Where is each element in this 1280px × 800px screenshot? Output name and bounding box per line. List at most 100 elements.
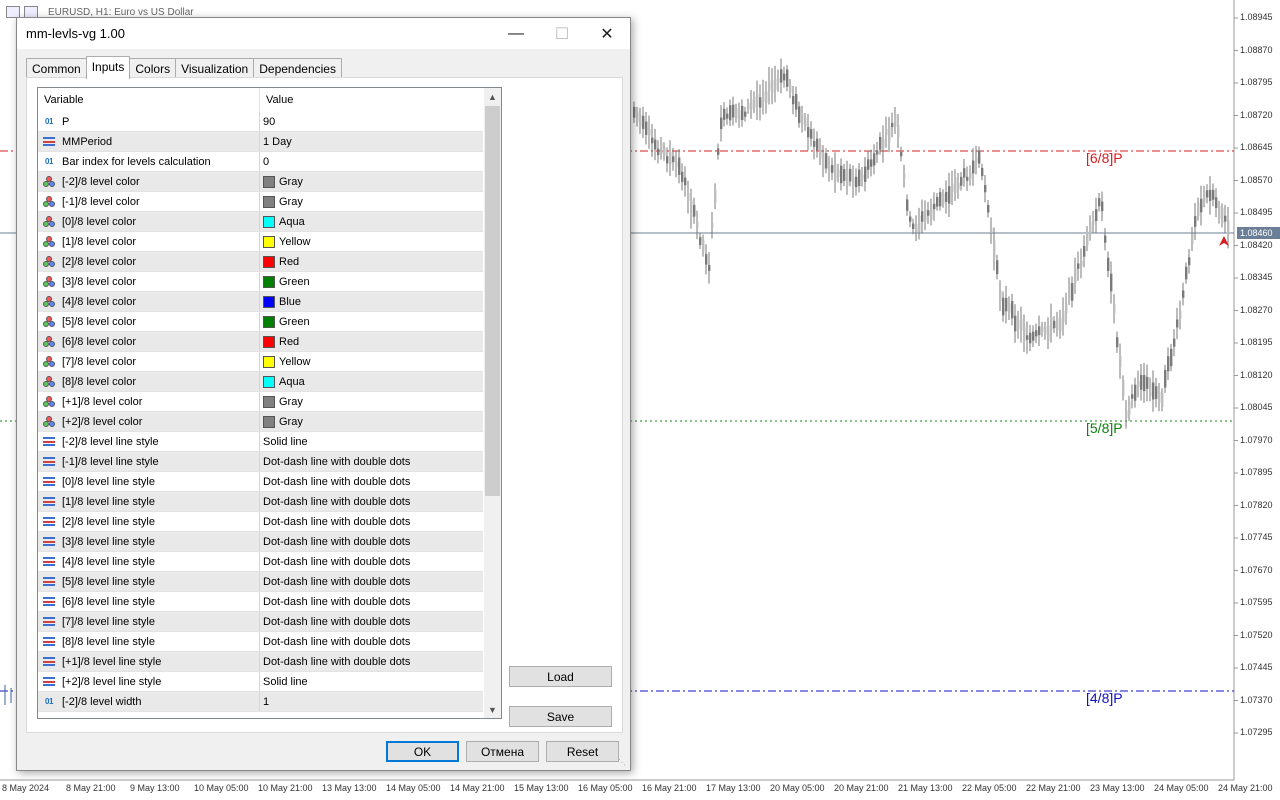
input-row[interactable]: [-2]/8 level line style Solid line	[38, 432, 483, 452]
input-row[interactable]: [1]/8 level color Yellow	[38, 232, 483, 252]
close-button[interactable]: ✕	[584, 18, 630, 49]
ok-button[interactable]: OK	[386, 741, 459, 762]
dialog-titlebar[interactable]: mm-levls-vg 1.00 — ☐ ✕	[17, 18, 630, 49]
value-cell[interactable]: Aqua	[260, 212, 483, 231]
candle-body	[1038, 326, 1041, 336]
value-cell[interactable]: Green	[260, 272, 483, 291]
input-row[interactable]: [+2]/8 level color Gray	[38, 412, 483, 432]
value-cell[interactable]: 90	[260, 112, 483, 131]
value-cell[interactable]: Dot-dash line with double dots	[260, 592, 483, 611]
color-swatch[interactable]	[263, 315, 275, 328]
input-row[interactable]: [4]/8 level color Blue	[38, 292, 483, 312]
value-cell[interactable]: 1	[260, 692, 483, 711]
column-header-variable[interactable]: Variable	[38, 88, 260, 112]
color-swatch[interactable]	[263, 335, 275, 348]
value-cell[interactable]: Dot-dash line with double dots	[260, 572, 483, 591]
input-row[interactable]: 01 P 90	[38, 112, 483, 132]
variable-cell: [0]/8 level color	[38, 212, 260, 231]
input-row[interactable]: [+1]/8 level line style Dot-dash line wit…	[38, 652, 483, 672]
color-swatch[interactable]	[263, 355, 275, 368]
value-cell[interactable]: Aqua	[260, 372, 483, 391]
value-cell[interactable]: Solid line	[260, 672, 483, 691]
color-swatch[interactable]	[263, 395, 275, 408]
value-cell[interactable]: Blue	[260, 292, 483, 311]
value-cell[interactable]: Red	[260, 252, 483, 271]
value-cell[interactable]: Dot-dash line with double dots	[260, 492, 483, 511]
input-row[interactable]: [5]/8 level line style Dot-dash line with…	[38, 572, 483, 592]
input-row[interactable]: [5]/8 level color Green	[38, 312, 483, 332]
input-row[interactable]: [7]/8 level line style Dot-dash line with…	[38, 612, 483, 632]
value-cell[interactable]: Solid line	[260, 432, 483, 451]
input-row[interactable]: [+1]/8 level color Gray	[38, 392, 483, 412]
scroll-down-icon[interactable]: ▼	[484, 701, 501, 718]
input-row[interactable]: [1]/8 level line style Dot-dash line with…	[38, 492, 483, 512]
color-swatch[interactable]	[263, 415, 275, 428]
reset-button[interactable]: Reset	[546, 741, 619, 762]
color-type-icon	[42, 235, 56, 248]
value-cell[interactable]: Dot-dash line with double dots	[260, 632, 483, 651]
input-row[interactable]: [-1]/8 level color Gray	[38, 192, 483, 212]
color-swatch[interactable]	[263, 235, 275, 248]
input-row[interactable]: [7]/8 level color Yellow	[38, 352, 483, 372]
value-cell[interactable]: Dot-dash line with double dots	[260, 512, 483, 531]
grid-scrollbar[interactable]: ▲ ▼	[484, 88, 501, 718]
input-row[interactable]: [2]/8 level line style Dot-dash line with…	[38, 512, 483, 532]
color-swatch[interactable]	[263, 275, 275, 288]
resize-grip-icon[interactable]: ⋱	[618, 758, 628, 768]
value-cell[interactable]: Dot-dash line with double dots	[260, 552, 483, 571]
input-row[interactable]: [6]/8 level line style Dot-dash line with…	[38, 592, 483, 612]
save-button[interactable]: Save	[509, 706, 612, 727]
value-cell[interactable]: Red	[260, 332, 483, 351]
input-row[interactable]: 01 [-2]/8 level width 1	[38, 692, 483, 712]
tab-visualization[interactable]: Visualization	[175, 58, 255, 79]
color-swatch[interactable]	[263, 375, 275, 388]
minimize-button[interactable]: —	[493, 18, 539, 49]
input-row[interactable]: MMPeriod 1 Day	[38, 132, 483, 152]
input-row[interactable]: [3]/8 level line style Dot-dash line with…	[38, 532, 483, 552]
input-row[interactable]: [8]/8 level color Aqua	[38, 372, 483, 392]
load-button[interactable]: Load	[509, 666, 612, 687]
scroll-thumb[interactable]	[485, 106, 500, 496]
input-row[interactable]: [0]/8 level line style Dot-dash line with…	[38, 472, 483, 492]
value-cell[interactable]: Dot-dash line with double dots	[260, 472, 483, 491]
input-row[interactable]: 01 Bar index for levels calculation 0	[38, 152, 483, 172]
value-cell[interactable]: Dot-dash line with double dots	[260, 652, 483, 671]
value-cell[interactable]: Dot-dash line with double dots	[260, 532, 483, 551]
variable-cell: [8]/8 level line style	[38, 632, 260, 651]
input-row[interactable]: [0]/8 level color Aqua	[38, 212, 483, 232]
value-cell[interactable]: Green	[260, 312, 483, 331]
tab-common[interactable]: Common	[26, 58, 87, 79]
value-cell[interactable]: Dot-dash line with double dots	[260, 612, 483, 631]
color-swatch[interactable]	[263, 215, 275, 228]
tab-colors[interactable]: Colors	[129, 58, 177, 79]
input-row[interactable]: [6]/8 level color Red	[38, 332, 483, 352]
input-row[interactable]: [4]/8 level line style Dot-dash line with…	[38, 552, 483, 572]
value-cell[interactable]: Gray	[260, 172, 483, 191]
input-row[interactable]: [+2]/8 level line style Solid line	[38, 672, 483, 692]
color-swatch[interactable]	[263, 295, 275, 308]
input-row[interactable]: [2]/8 level color Red	[38, 252, 483, 272]
value-cell[interactable]: 1 Day	[260, 132, 483, 151]
input-row[interactable]: [-2]/8 level color Gray	[38, 172, 483, 192]
value-cell[interactable]: Dot-dash line with double dots	[260, 452, 483, 471]
value-cell[interactable]: Gray	[260, 392, 483, 411]
input-row[interactable]: [-1]/8 level line style Dot-dash line wit…	[38, 452, 483, 472]
tab-dependencies[interactable]: Dependencies	[253, 58, 342, 79]
input-row[interactable]: [8]/8 level line style Dot-dash line with…	[38, 632, 483, 652]
color-swatch[interactable]	[263, 255, 275, 268]
column-header-value[interactable]: Value	[260, 88, 483, 112]
candle-body	[1179, 311, 1182, 319]
color-swatch[interactable]	[263, 195, 275, 208]
tab-inputs[interactable]: Inputs	[85, 56, 131, 79]
value-cell[interactable]: Yellow	[260, 352, 483, 371]
value-cell[interactable]: Gray	[260, 412, 483, 431]
value-cell[interactable]: Gray	[260, 192, 483, 211]
cancel-button[interactable]: Отмена	[466, 741, 539, 762]
enum-type-icon	[42, 636, 56, 648]
input-row[interactable]: [3]/8 level color Green	[38, 272, 483, 292]
enum-type-icon	[42, 576, 56, 588]
value-cell[interactable]: 0	[260, 152, 483, 171]
scroll-up-icon[interactable]: ▲	[484, 88, 501, 105]
value-cell[interactable]: Yellow	[260, 232, 483, 251]
color-swatch[interactable]	[263, 175, 275, 188]
